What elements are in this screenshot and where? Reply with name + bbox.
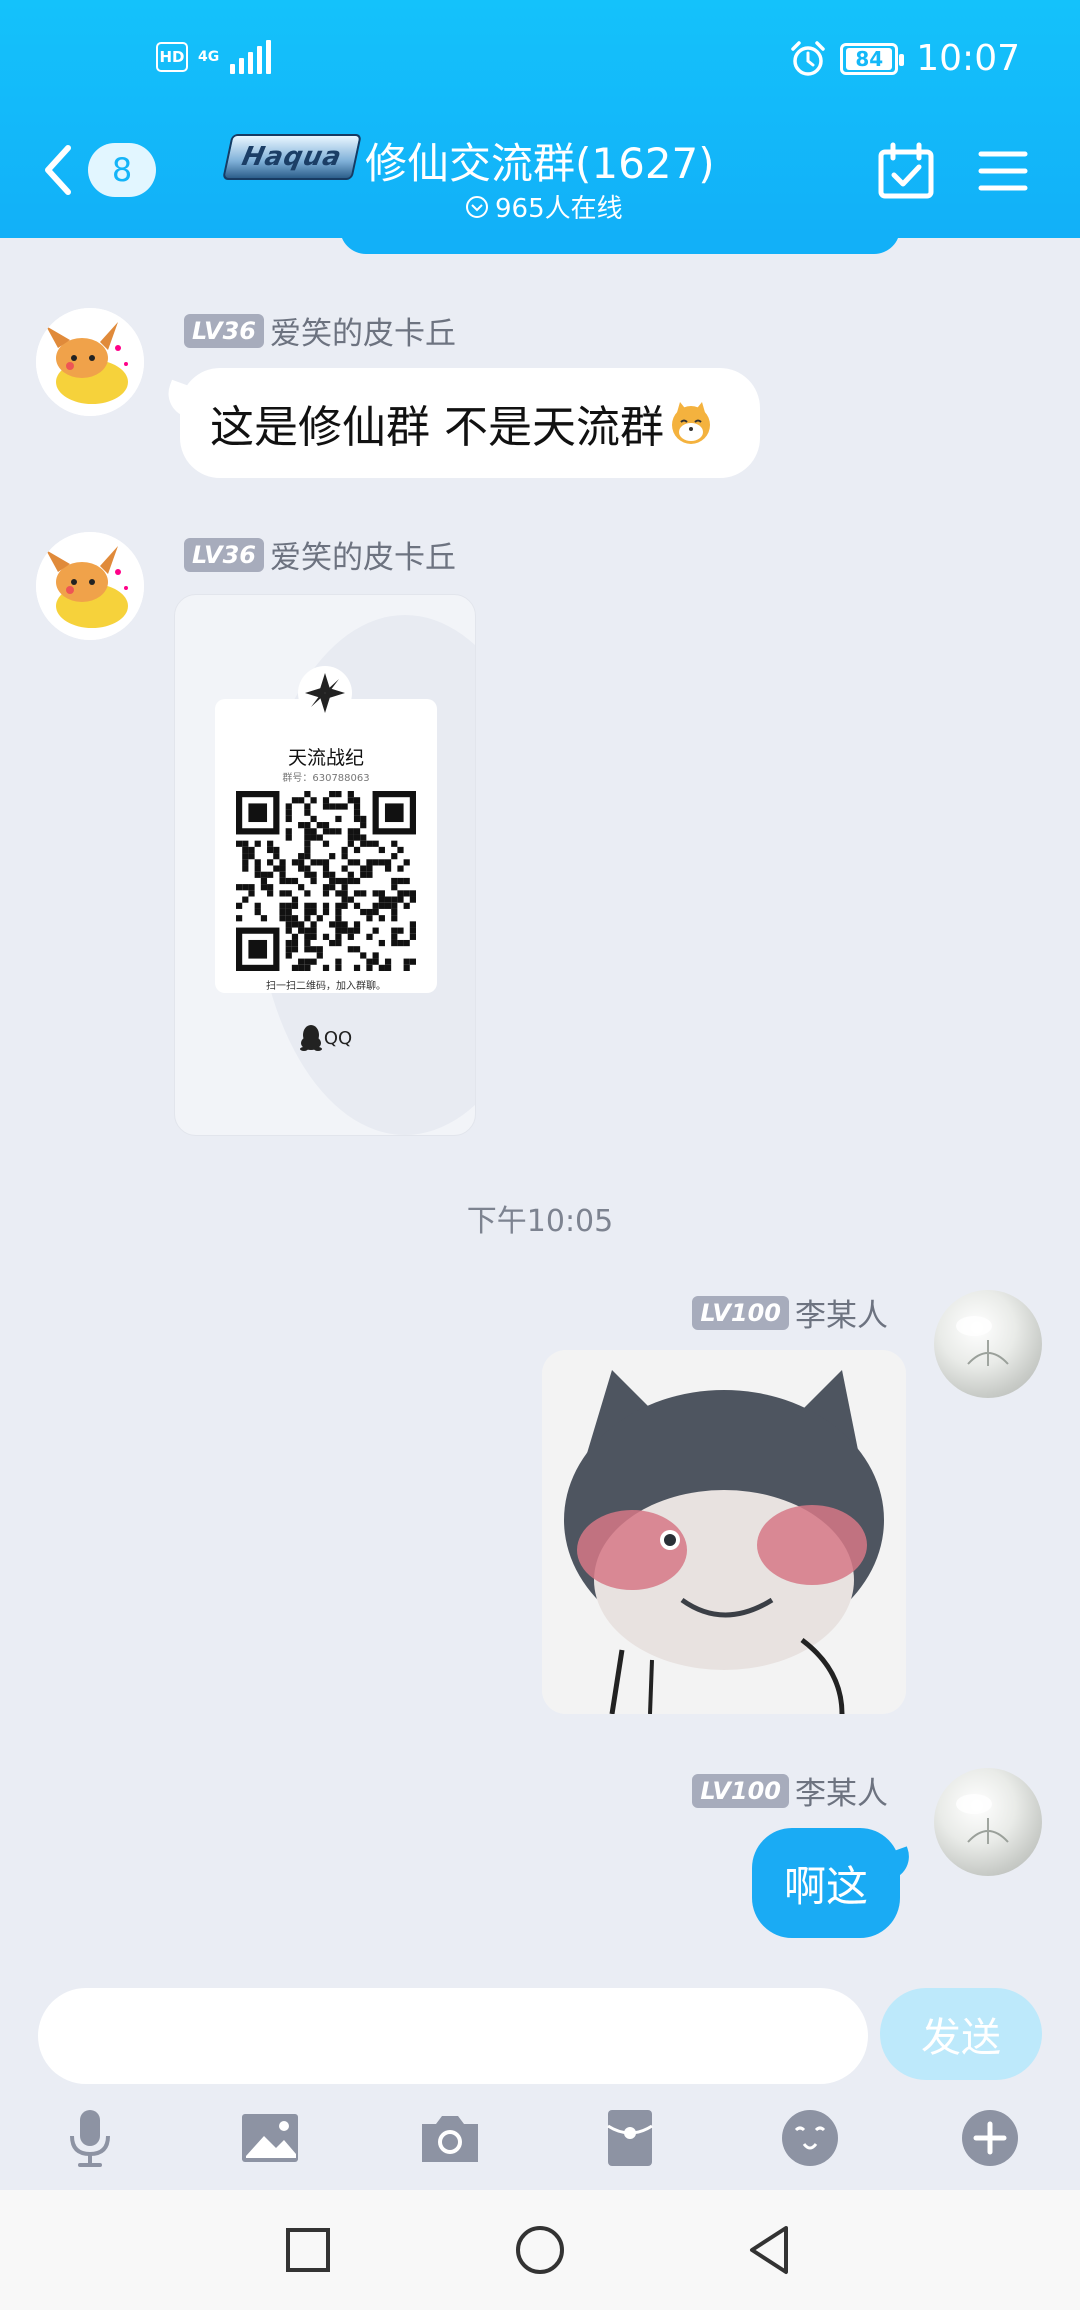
recent-apps-icon[interactable] bbox=[278, 2220, 338, 2280]
calendar-check-icon[interactable] bbox=[876, 142, 936, 202]
sender-line: LV36 爱笑的皮卡丘 bbox=[184, 308, 456, 353]
chevron-left-icon bbox=[45, 145, 71, 195]
back-button[interactable]: 8 bbox=[38, 140, 156, 200]
sender-name[interactable]: 李某人 bbox=[795, 1768, 888, 1813]
battery-icon: 84 bbox=[840, 42, 905, 75]
qr-card-inner: 天流战纪 群号：630788063 扫一扫二维码，加入群聊。 bbox=[215, 699, 437, 993]
pikachu-avatar-image bbox=[36, 532, 144, 640]
group-emblem-icon bbox=[298, 666, 352, 720]
camera-icon[interactable] bbox=[418, 2106, 482, 2170]
qr-brand: QQ bbox=[175, 1025, 475, 1051]
menu-icon[interactable] bbox=[978, 146, 1028, 196]
status-right: 84 10:07 bbox=[788, 38, 1020, 79]
glass-ball-avatar-image bbox=[956, 1794, 1009, 1844]
emoji-icon[interactable] bbox=[778, 2106, 842, 2170]
input-toolbar bbox=[0, 2100, 1080, 2180]
online-count: 965人在线 bbox=[495, 194, 623, 224]
qr-code-card[interactable]: 天流战纪 群号：630788063 扫一扫二维码，加入群聊。 QQ bbox=[174, 594, 476, 1136]
qr-code-image bbox=[236, 791, 416, 971]
glass-ball-avatar-image bbox=[956, 1316, 1009, 1366]
message-bubble[interactable]: 这是修仙群 不是天流群 bbox=[180, 368, 760, 478]
message-text: 啊这 bbox=[783, 1861, 868, 1911]
plus-icon[interactable] bbox=[958, 2106, 1022, 2170]
pikachu-avatar-image bbox=[36, 308, 144, 416]
group-logo: Haqua bbox=[222, 134, 362, 180]
sender-name[interactable]: 李某人 bbox=[795, 1290, 888, 1335]
nav-bar: 8 Haqua 修仙交流群(1627) 965人在线 bbox=[0, 120, 1080, 238]
system-navigation-bar bbox=[0, 2190, 1080, 2310]
status-left: HD 4G bbox=[156, 40, 271, 74]
qr-hint: 扫一扫二维码，加入群聊。 bbox=[266, 981, 386, 992]
chat-header: HD 4G 84 10:07 8 Haqua 修仙交流群(1627) 965人在… bbox=[0, 0, 1080, 238]
message-text: 这是修仙群 不是天流群 bbox=[210, 402, 664, 453]
red-packet-icon[interactable] bbox=[598, 2106, 662, 2170]
sender-avatar[interactable] bbox=[36, 308, 144, 416]
level-badge: LV36 bbox=[184, 313, 264, 348]
group-title-area[interactable]: Haqua 修仙交流群(1627) 965人在线 bbox=[222, 126, 745, 226]
message-bubble[interactable]: 啊这 bbox=[752, 1828, 900, 1938]
hd-icon: HD bbox=[156, 42, 188, 72]
sender-line: LV100 李某人 bbox=[692, 1768, 888, 1813]
own-avatar[interactable] bbox=[934, 1768, 1042, 1876]
qr-brand-label: QQ bbox=[323, 1027, 353, 1049]
status-bar: HD 4G 84 10:07 bbox=[0, 0, 1080, 120]
shiba-dog-sticker bbox=[542, 1350, 906, 1714]
sender-avatar[interactable] bbox=[36, 532, 144, 640]
back-nav-icon[interactable] bbox=[740, 2220, 800, 2280]
sender-line: LV100 李某人 bbox=[692, 1290, 888, 1335]
microphone-icon[interactable] bbox=[58, 2106, 122, 2170]
image-icon[interactable] bbox=[238, 2106, 302, 2170]
chevron-circle-icon bbox=[466, 195, 488, 218]
home-icon[interactable] bbox=[510, 2220, 570, 2280]
alarm-icon bbox=[791, 40, 825, 76]
sticker-image[interactable] bbox=[542, 1350, 906, 1714]
level-badge: LV36 bbox=[184, 537, 264, 572]
own-avatar[interactable] bbox=[934, 1290, 1042, 1398]
sender-name[interactable]: 爱笑的皮卡丘 bbox=[270, 308, 456, 353]
qq-penguin-icon bbox=[299, 1025, 322, 1051]
shiba-icon bbox=[672, 402, 710, 444]
message-input[interactable] bbox=[38, 1988, 868, 2084]
group-title: 修仙交流群(1627) bbox=[365, 139, 715, 188]
online-status: 965人在线 bbox=[465, 188, 623, 225]
level-badge: LV100 bbox=[692, 1295, 789, 1330]
qr-group-number: 群号：630788063 bbox=[282, 773, 370, 784]
qr-group-name: 天流战纪 bbox=[287, 747, 364, 769]
sender-line: LV36 爱笑的皮卡丘 bbox=[184, 532, 456, 577]
status-time: 10:07 bbox=[916, 38, 1020, 79]
network-type: 4G bbox=[198, 48, 220, 65]
level-badge: LV100 bbox=[692, 1773, 789, 1808]
send-button[interactable]: 发送 bbox=[880, 1988, 1042, 2080]
unread-count-badge: 8 bbox=[88, 143, 156, 197]
battery-level: 84 bbox=[846, 47, 893, 71]
sender-name[interactable]: 爱笑的皮卡丘 bbox=[270, 532, 456, 577]
signal-icon bbox=[230, 40, 271, 74]
timestamp-separator: 下午10:05 bbox=[466, 1204, 614, 1239]
